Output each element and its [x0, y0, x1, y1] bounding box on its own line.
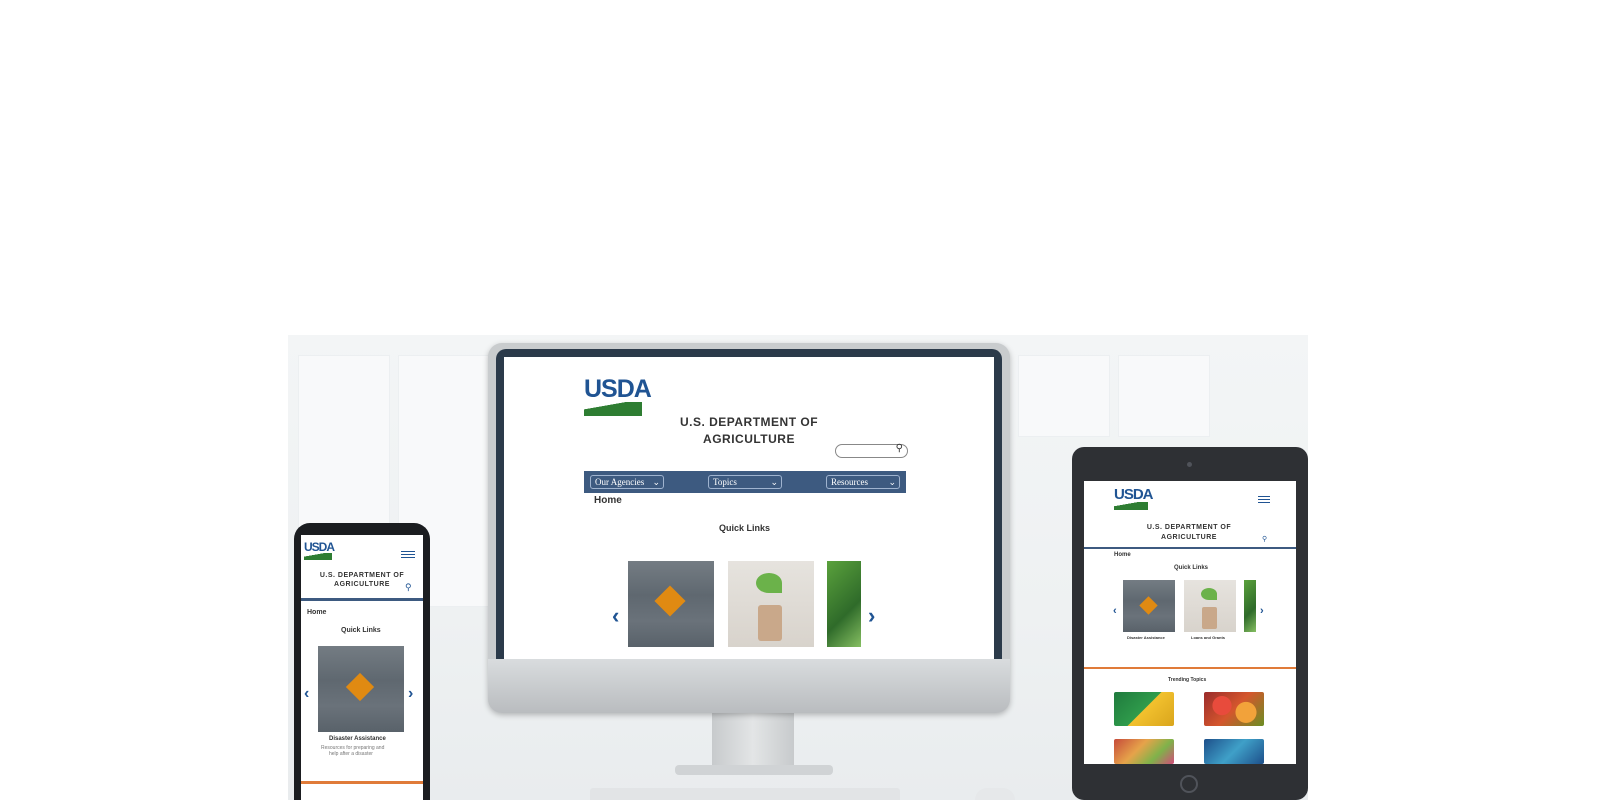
site-title-line2: AGRICULTURE	[703, 432, 795, 446]
phone-screen: USDA U.S. DEPARTMENT OF AGRICULTURE ⚲ Ho…	[301, 535, 423, 800]
carousel-next-button[interactable]: ›	[408, 685, 413, 703]
carousel-next-button[interactable]: ›	[1260, 605, 1264, 617]
search-input[interactable]: ⚲	[835, 443, 908, 458]
warning-sign-shape	[1139, 596, 1158, 615]
carousel-prev-button[interactable]: ‹	[304, 685, 309, 703]
site-title-line1: U.S. DEPARTMENT OF	[679, 415, 819, 429]
tablet: USDA U.S. DEPARTMENT OF AGRICULTURE ⚲ Ho…	[1072, 447, 1308, 800]
main-nav: Our Agencies ⌄ Topics ⌄ Resources ⌄	[584, 471, 906, 493]
section-heading: Quick Links	[1174, 565, 1209, 571]
search-icon[interactable]: ⚲	[1262, 535, 1267, 543]
site-title: U.S. DEPARTMENT OF AGRICULTURE	[654, 414, 844, 448]
quick-link-image-loans[interactable]	[1184, 580, 1236, 632]
warning-sign-shape	[654, 585, 686, 617]
keyboard	[590, 788, 900, 800]
header-divider	[301, 598, 423, 601]
card-title[interactable]: Loans and Grants	[1191, 635, 1225, 640]
hamburger-menu-icon[interactable]	[401, 551, 415, 560]
window-pane	[1018, 355, 1110, 437]
trending-image-produce[interactable]	[1114, 739, 1174, 764]
monitor-stand-neck	[712, 713, 794, 771]
nav-our-agencies[interactable]: Our Agencies ⌄	[590, 475, 664, 489]
nav-label: Our Agencies	[595, 477, 645, 487]
usda-logo[interactable]: USDA	[1114, 486, 1154, 510]
site-title-line2: AGRICULTURE	[1161, 534, 1217, 541]
sprout-shape	[1201, 588, 1217, 600]
chevron-down-icon: ⌄	[770, 477, 778, 487]
trending-image-food[interactable]	[1204, 692, 1264, 726]
usda-logo-field	[304, 553, 332, 560]
section-divider	[1084, 667, 1296, 669]
chevron-down-icon: ⌄	[652, 477, 660, 487]
quick-link-image-plant[interactable]	[827, 561, 861, 647]
quick-link-image-disaster[interactable]	[1123, 580, 1175, 632]
monitor-chin	[488, 659, 1010, 713]
nav-resources[interactable]: Resources ⌄	[826, 475, 900, 489]
site-title-line1: U.S. DEPARTMENT OF	[319, 572, 405, 579]
nav-label: Resources	[831, 477, 868, 487]
hamburger-menu-icon[interactable]	[1258, 496, 1270, 505]
quick-link-image-disaster[interactable]	[318, 646, 404, 732]
usda-logo-text: USDA	[304, 540, 335, 554]
window-pane	[1118, 355, 1210, 437]
header-divider	[1084, 547, 1296, 549]
tablet-screen: USDA U.S. DEPARTMENT OF AGRICULTURE ⚲ Ho…	[1084, 481, 1296, 764]
breadcrumb[interactable]: Home	[307, 609, 326, 616]
trending-image-nutrition[interactable]	[1204, 739, 1264, 764]
sprout-shape	[756, 573, 782, 593]
section-heading: Quick Links	[719, 523, 771, 533]
search-icon[interactable]: ⚲	[896, 443, 903, 454]
desktop-screen: USDA U.S. DEPARTMENT OF AGRICULTURE ⚲ Ou…	[504, 357, 994, 659]
card-title[interactable]: Disaster Assistance	[1127, 635, 1165, 640]
usda-logo[interactable]: USDA	[584, 375, 652, 416]
carousel-prev-button[interactable]: ‹	[1113, 605, 1117, 617]
section-divider	[301, 781, 423, 784]
site-title-line1: U.S. DEPARTMENT OF	[1146, 524, 1232, 531]
mouse	[975, 788, 1015, 800]
quick-link-image-loans[interactable]	[728, 561, 814, 647]
site-title-line2: AGRICULTURE	[334, 581, 390, 588]
breadcrumb[interactable]: Home	[594, 495, 622, 506]
section-heading: Quick Links	[341, 627, 381, 634]
mobile-phone: USDA U.S. DEPARTMENT OF AGRICULTURE ⚲ Ho…	[294, 523, 430, 800]
carousel-prev-button[interactable]: ‹	[612, 603, 619, 629]
trending-heading: Trending Topics	[1168, 677, 1207, 683]
coin-jar-shape	[1202, 607, 1217, 629]
trending-image-forest-service[interactable]	[1114, 692, 1174, 726]
site-title: U.S. DEPARTMENT OF AGRICULTURE	[307, 571, 417, 589]
monitor-bezel: USDA U.S. DEPARTMENT OF AGRICULTURE ⚲ Ou…	[496, 349, 1002, 659]
usda-logo-field	[584, 402, 642, 416]
tablet-home-button[interactable]	[1180, 775, 1198, 793]
site-title: U.S. DEPARTMENT OF AGRICULTURE	[1124, 523, 1254, 543]
desktop-monitor: USDA U.S. DEPARTMENT OF AGRICULTURE ⚲ Ou…	[488, 343, 1010, 713]
nav-label: Topics	[713, 477, 737, 487]
monitor-stand-foot	[675, 765, 833, 775]
breadcrumb[interactable]: Home	[1114, 552, 1131, 558]
warning-sign-shape	[345, 672, 375, 702]
usda-logo-text: USDA	[1114, 486, 1154, 503]
quick-link-image-disaster[interactable]	[628, 561, 714, 647]
nav-topics[interactable]: Topics ⌄	[708, 475, 782, 489]
coin-jar-shape	[758, 605, 782, 641]
search-icon[interactable]: ⚲	[405, 582, 412, 593]
usda-logo-field	[1114, 502, 1148, 510]
camera-dot	[1187, 462, 1192, 467]
carousel-next-button[interactable]: ›	[868, 603, 875, 629]
usda-logo[interactable]: USDA	[304, 540, 335, 560]
card-title[interactable]: Disaster Assistance	[329, 736, 386, 742]
usda-logo-text: USDA	[584, 375, 652, 403]
card-description: help after a disaster	[329, 751, 373, 757]
quick-link-image-plant[interactable]	[1244, 580, 1256, 632]
chevron-down-icon: ⌄	[888, 477, 896, 487]
